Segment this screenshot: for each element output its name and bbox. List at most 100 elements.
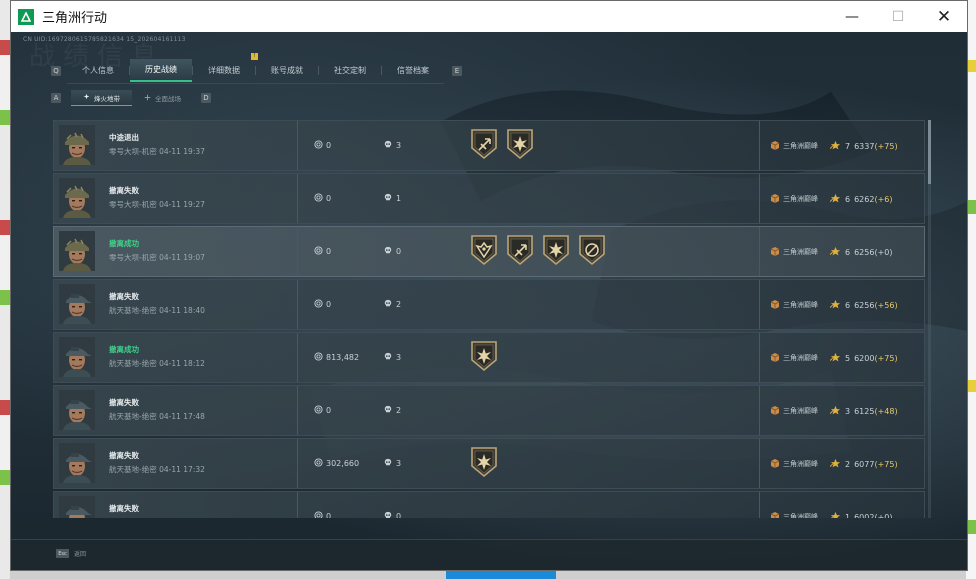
rank-star-icon (829, 299, 841, 311)
score: 6256 (854, 300, 875, 310)
prev-subtab-key[interactable]: A (51, 93, 61, 103)
burst-medal-icon (470, 446, 498, 482)
mode-label: 三角洲巅峰 (770, 193, 818, 205)
tab-label: 社交定制 (334, 65, 366, 75)
rank-level: 7 (845, 141, 851, 151)
match-result: 撤离失败 (109, 398, 139, 407)
kill-count: 3 (384, 140, 401, 151)
match-time: 04-11 19:37 (159, 147, 205, 156)
money-value: 0 (326, 300, 332, 309)
medal-group (470, 340, 498, 376)
match-time: 04-11 17:48 (159, 412, 205, 421)
mode-crate-icon (770, 246, 780, 258)
tab-1[interactable]: 个人信息 (67, 59, 129, 82)
rank-score: 7 6337(+75) (829, 140, 898, 152)
match-time: 04-11 19:07 (159, 253, 205, 262)
row-divider (759, 280, 760, 329)
mode-crate-icon (770, 193, 780, 205)
row-divider (297, 333, 298, 382)
row-divider (759, 121, 760, 170)
score-delta: (+75) (874, 141, 898, 151)
close-button[interactable]: ✕ (921, 1, 967, 32)
tab-3[interactable]: 详细数据! (193, 52, 258, 82)
back-button[interactable]: Esc 返回 (56, 549, 86, 558)
game-viewport: 战绩信息 CN UID:1697280615785821634 15_20260… (11, 32, 967, 570)
skull-icon (384, 193, 392, 204)
mode-name: 三角洲巅峰 (783, 407, 818, 415)
match-map-time: 航天基地-绝密 04-11 18:40 (109, 305, 205, 316)
kills-value: 3 (396, 353, 402, 362)
subtab-1[interactable]: 烽火地带 (71, 90, 132, 106)
kill-count: 2 (384, 405, 401, 416)
rank-star-icon (829, 140, 841, 152)
tab-label: 信誉档案 (397, 65, 429, 75)
rank-star-icon (829, 405, 841, 417)
match-result: 中途退出 (109, 133, 139, 142)
rank-level: 6 (845, 194, 851, 204)
eagle-medal-icon (470, 234, 498, 270)
coin-icon (314, 405, 323, 416)
kills-value: 2 (396, 406, 402, 415)
mode-crate-icon (770, 352, 780, 364)
sub-tab-bar: A 烽火地带 全面战场 D (51, 90, 211, 106)
scrollbar-thumb[interactable] (928, 120, 931, 184)
list-scrollbar[interactable] (928, 120, 931, 518)
mode-name: 三角洲巅峰 (783, 460, 818, 468)
row-divider (297, 121, 298, 170)
match-history-list: 中途退出零号大坝-机密 04-11 19:37 0 3 三角洲巅峰 7 6337(+75)… (53, 120, 925, 518)
next-subtab-key[interactable]: D (201, 93, 211, 103)
mode-name: 三角洲巅峰 (783, 354, 818, 362)
money-value: 0 (326, 406, 332, 415)
minimize-button[interactable]: — (829, 1, 875, 32)
score-value: 6002(+0) (854, 513, 892, 519)
mode-name: 三角洲巅峰 (783, 301, 818, 309)
score-value: 6256(+0) (854, 248, 892, 257)
match-row[interactable]: 撤离失败 航天基地-绝密 04-11 17:32 302,660 3 三角洲巅峰 2 607… (53, 438, 925, 489)
tab-4[interactable]: 账号成就 (256, 59, 318, 82)
extracted-value: 0 (314, 511, 331, 518)
tab-6[interactable]: 信誉档案 (382, 59, 444, 82)
operator-avatar (59, 284, 95, 324)
rank-level: 6 (845, 247, 851, 257)
subtab-2[interactable]: 全面战场 (132, 90, 193, 106)
match-map-time: 航天基地-绝密 04-11 17:32 (109, 464, 205, 475)
row-divider (297, 492, 298, 518)
rank-score: 6 6256(+56) (829, 299, 898, 311)
kills-value: 2 (396, 300, 402, 309)
kill-count: 1 (384, 193, 401, 204)
mode-label: 三角洲巅峰 (770, 405, 818, 417)
rank-star-icon (829, 246, 841, 258)
desktop-background-left (0, 0, 10, 579)
maximize-button[interactable]: ☐ (875, 1, 921, 32)
tab-2[interactable]: 历史战绩 (130, 58, 192, 82)
match-row[interactable]: 中途退出 零号大坝-机密 04-11 19:37 0 3 三角洲巅峰 7 6337(+75) (53, 120, 925, 171)
operator-avatar (59, 337, 95, 377)
match-row[interactable]: 撤离成功 零号大坝-机密 04-11 19:07 0 0 三角洲巅峰 6 6256(+0) (53, 226, 925, 277)
match-row[interactable]: 撤离失败 零号大坝-机密 04-11 19:27 0 1 三角洲巅峰 6 6262(+6) (53, 173, 925, 224)
extracted-value: 302,660 (314, 458, 359, 469)
prev-tab-key[interactable]: Q (51, 66, 61, 76)
burst-medal-icon (506, 128, 534, 164)
operator-avatar (59, 231, 95, 271)
tab-5[interactable]: 社交定制 (319, 59, 381, 82)
match-map: 航天基地-绝密 (109, 412, 157, 421)
rank-score: 5 6200(+75) (829, 352, 898, 364)
match-map-time: 零号大坝-机密 04-11 19:37 (109, 146, 205, 157)
score-value: 6337(+75) (854, 142, 897, 151)
score: 6077 (854, 459, 875, 469)
match-map: 航天基地-绝密 (109, 306, 157, 315)
next-tab-key[interactable]: E (452, 66, 462, 76)
match-row[interactable]: 撤离失败航天基地-绝密 04-11 17:00 0 0 三角洲巅峰 16002(+0) (53, 491, 925, 518)
score-delta: (+48) (874, 406, 898, 416)
skull-icon (384, 458, 392, 469)
match-row[interactable]: 撤离失败航天基地-绝密 04-11 18:40 0 2 三角洲巅峰 6 6256(+56) (53, 279, 925, 330)
score-delta: (+0) (874, 512, 893, 519)
money-value: 0 (326, 194, 332, 203)
operator-avatar (59, 125, 95, 165)
back-label: 返回 (74, 551, 87, 558)
match-row[interactable]: 撤离失败 航天基地-绝密 04-11 17:48 0 2 三角洲巅峰 3 6125(+48) (53, 385, 925, 436)
rank-score: 2 6077(+75) (829, 458, 898, 470)
row-divider (297, 280, 298, 329)
match-result: 撤离失败 (109, 292, 139, 301)
match-row[interactable]: 撤离成功 航天基地-绝密 04-11 18:12 813,482 3 三角洲巅峰 5 620… (53, 332, 925, 383)
